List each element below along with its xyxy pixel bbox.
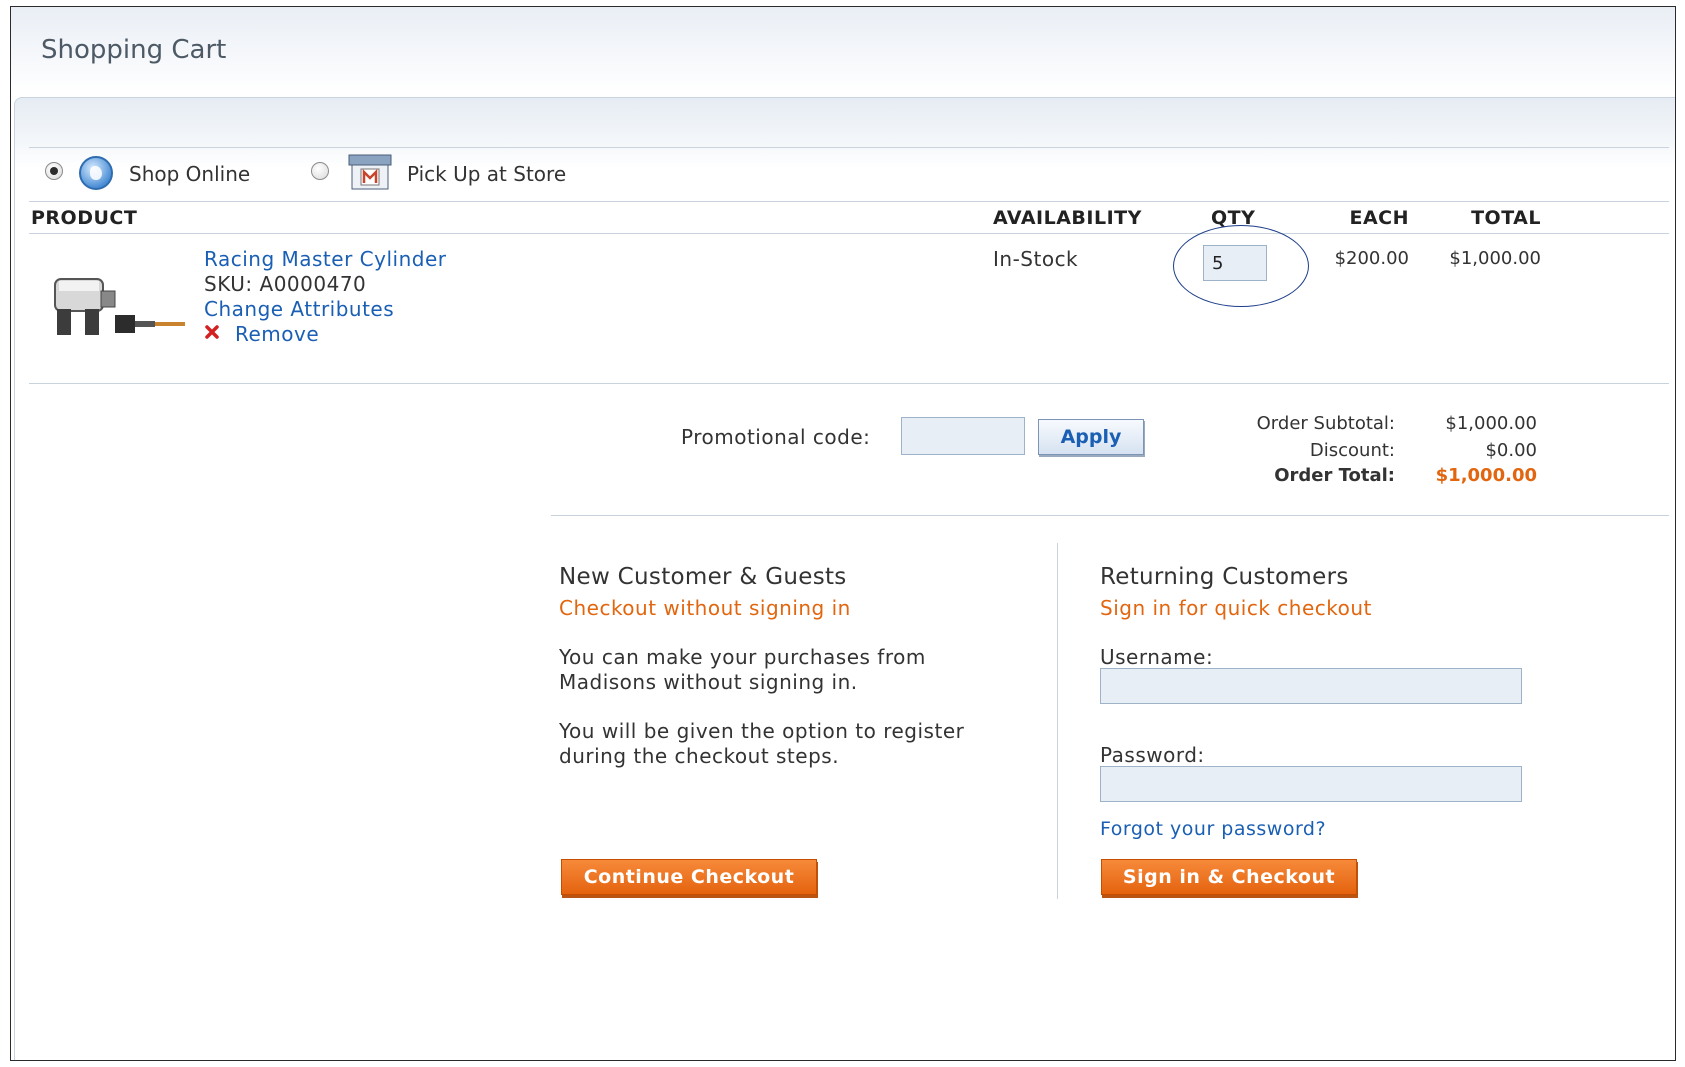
discount-label: Discount: [1309, 440, 1395, 461]
guest-subheading: Checkout without signing in [559, 596, 851, 620]
order-total-label: Order Total: [1274, 465, 1395, 486]
guest-paragraph-line: You can make your purchases from [559, 645, 926, 669]
product-image [54, 278, 185, 335]
order-subtotal-value: $1,000.00 [1445, 413, 1537, 434]
page-title: Shopping Cart [41, 35, 227, 65]
globe-icon [79, 156, 113, 190]
pick-up-at-store-label[interactable]: Pick Up at Store [407, 162, 566, 186]
shop-online-label[interactable]: Shop Online [129, 162, 250, 186]
title-bar: Shopping Cart [11, 7, 1675, 93]
quantity-input[interactable] [1203, 245, 1267, 281]
shop-online-radio[interactable] [45, 162, 63, 180]
order-total-value: $1,000.00 [1435, 465, 1537, 486]
promo-code-label: Promotional code: [681, 425, 871, 449]
password-label: Password: [1100, 743, 1205, 767]
pick-up-at-store-radio[interactable] [311, 162, 329, 180]
line-total: $1,000.00 [1449, 248, 1541, 269]
column-header-availability: AVAILABILITY [993, 207, 1142, 229]
store-icon [348, 154, 392, 190]
column-divider [1057, 543, 1058, 899]
shopping-cart-window: Shopping Cart Shop Online Pick Up at Sto… [10, 6, 1676, 1061]
guest-paragraph-line: Madisons without signing in. [559, 670, 858, 694]
unit-price: $200.00 [1334, 248, 1409, 269]
change-attributes-link[interactable]: Change Attributes [204, 297, 394, 321]
apply-button[interactable]: Apply [1038, 419, 1144, 455]
guest-paragraph-line: You will be given the option to register [559, 719, 965, 743]
column-header-product: PRODUCT [31, 207, 138, 229]
column-header-each: EACH [1349, 207, 1409, 229]
order-subtotal-label: Order Subtotal: [1256, 413, 1395, 434]
password-input[interactable] [1100, 766, 1522, 802]
discount-value: $0.00 [1485, 440, 1537, 461]
continue-checkout-button[interactable]: Continue Checkout [561, 859, 817, 895]
guest-heading: New Customer & Guests [559, 564, 847, 590]
divider [29, 233, 1669, 234]
username-label: Username: [1100, 645, 1214, 669]
sign-in-checkout-button[interactable]: Sign in & Checkout [1101, 859, 1357, 895]
username-input[interactable] [1100, 668, 1522, 704]
remove-icon[interactable] [205, 325, 219, 339]
product-name-link[interactable]: Racing Master Cylinder [204, 247, 446, 271]
divider [29, 201, 1669, 202]
guest-paragraph-line: during the checkout steps. [559, 744, 840, 768]
returning-subheading: Sign in for quick checkout [1100, 596, 1372, 620]
returning-heading: Returning Customers [1100, 564, 1349, 590]
forgot-password-link[interactable]: Forgot your password? [1100, 818, 1326, 840]
product-sku: SKU: A0000470 [204, 272, 367, 296]
column-header-total: TOTAL [1471, 207, 1541, 229]
availability-value: In-Stock [993, 247, 1079, 271]
divider [29, 147, 1669, 148]
divider [551, 515, 1669, 516]
divider [29, 383, 1669, 384]
remove-link[interactable]: Remove [235, 322, 319, 346]
promo-code-input[interactable] [901, 417, 1025, 455]
